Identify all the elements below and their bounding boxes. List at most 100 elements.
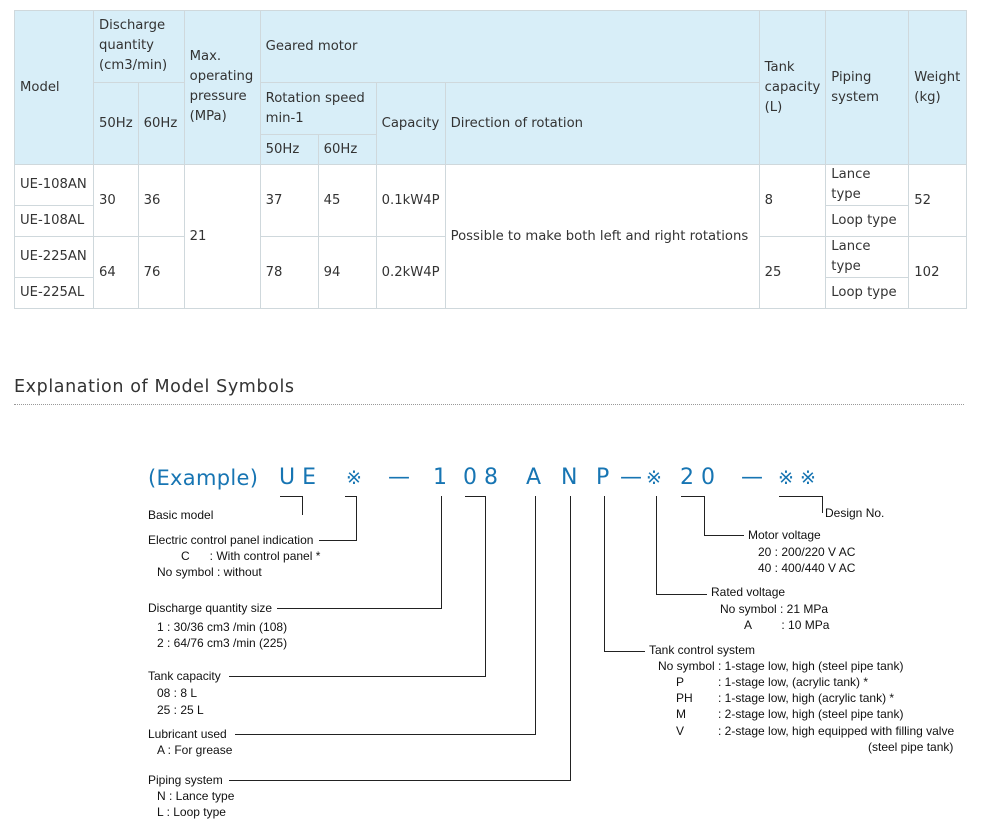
leader-motor bbox=[704, 535, 744, 536]
label-tank: Tank capacity bbox=[148, 669, 221, 683]
cell-capacity: 0.2kW4P bbox=[375, 236, 446, 309]
model-code-dash: — bbox=[620, 465, 642, 490]
model-code-tank: 0 8 bbox=[463, 465, 498, 490]
label-lubricant-a: A : For grease bbox=[157, 743, 233, 757]
cell-piping: Lance type bbox=[825, 164, 910, 206]
header-discharge-50hz: 50Hz bbox=[93, 82, 139, 165]
label-tcs-v-key: V bbox=[676, 724, 685, 738]
cell-model: UE-108AN bbox=[14, 164, 94, 206]
connector-rated bbox=[656, 496, 657, 594]
model-code-ue: U E bbox=[279, 465, 316, 490]
label-motor-40: 40 : 400/440 V AC bbox=[758, 561, 856, 575]
header-tank-capacity: Tank capacity (L) bbox=[758, 10, 827, 165]
cell-discharge-50: 64 bbox=[93, 236, 139, 309]
bracket-basic bbox=[280, 496, 303, 497]
header-rotation-50hz: 50Hz bbox=[259, 134, 319, 165]
model-code-discharge: 1 bbox=[433, 465, 447, 490]
header-rotation-speed: Rotation speed min-1 bbox=[259, 82, 377, 135]
cell-model: UE-225AN bbox=[14, 236, 94, 278]
leader-lubricant bbox=[235, 734, 536, 735]
connector-basic bbox=[302, 496, 303, 515]
connector-tank bbox=[485, 496, 486, 676]
cell-tank: 25 bbox=[758, 236, 827, 309]
leader-ecp bbox=[319, 540, 357, 541]
cell-discharge-60: 36 bbox=[137, 164, 185, 237]
cell-discharge-60: 76 bbox=[137, 236, 185, 309]
label-piping-n: N : Lance type bbox=[157, 789, 235, 803]
model-code-dash: — bbox=[741, 465, 763, 490]
leader-discharge bbox=[277, 608, 442, 609]
bracket-tank bbox=[465, 496, 486, 497]
connector-tank-control bbox=[604, 496, 605, 651]
header-discharge-60hz: 60Hz bbox=[137, 82, 185, 165]
section-divider bbox=[14, 404, 964, 405]
cell-rotation-60: 94 bbox=[317, 236, 377, 309]
cell-rotation-60: 45 bbox=[317, 164, 377, 237]
header-geared-motor: Geared motor bbox=[259, 10, 760, 83]
label-design: Design No. bbox=[825, 506, 885, 520]
label-rated: Rated voltage bbox=[711, 585, 786, 599]
model-code-lubricant: A bbox=[526, 465, 542, 490]
label-tcs-p-key: P bbox=[676, 675, 685, 689]
header-rotation-60hz: 60Hz bbox=[317, 134, 377, 165]
bracket-design bbox=[779, 496, 823, 497]
label-tcs-v: : 2-stage low, high equipped with fillin… bbox=[718, 724, 955, 738]
connector-ecp bbox=[356, 496, 357, 540]
label-tank-08: 08 : 8 L bbox=[157, 686, 198, 700]
label-rated-a: A : 10 MPa bbox=[744, 618, 830, 632]
cell-capacity: 0.1kW4P bbox=[375, 164, 446, 237]
leader-rated bbox=[656, 594, 707, 595]
section-title: Explanation of Model Symbols bbox=[14, 377, 295, 397]
connector-lubricant bbox=[535, 496, 536, 734]
model-code-symbol-design: ※ ※ bbox=[778, 467, 816, 489]
header-piping-system: Piping system bbox=[825, 10, 910, 165]
connector-motor bbox=[704, 496, 705, 535]
cell-pressure: 21 bbox=[183, 164, 261, 309]
bracket-motor bbox=[681, 496, 704, 497]
label-rated-none: No symbol : 21 MPa bbox=[720, 602, 829, 616]
label-discharge: Discharge quantity size bbox=[148, 601, 273, 615]
cell-tank: 8 bbox=[758, 164, 827, 237]
label-tcs-m: : 2-stage low, high (steel pipe tank) bbox=[718, 707, 904, 721]
label-tcs-m-key: M bbox=[676, 707, 686, 721]
connector-piping bbox=[570, 496, 571, 780]
model-code-symbol-ecp: ※ bbox=[346, 467, 362, 489]
model-code-motor: 2 0 bbox=[680, 465, 715, 490]
model-code-dash: — bbox=[388, 465, 410, 490]
label-basic-model: Basic model bbox=[148, 508, 214, 522]
cell-rotation-50: 37 bbox=[259, 164, 319, 237]
leader-tank-control bbox=[604, 651, 645, 652]
connector-discharge bbox=[441, 496, 442, 608]
label-discharge-2: 2 : 64/76 cm3 /min (225) bbox=[157, 636, 288, 650]
label-tcs-p: : 1-stage low, (acrylic tank) * bbox=[718, 675, 869, 689]
cell-model: UE-108AL bbox=[14, 205, 94, 237]
model-code-example: (Example) bbox=[148, 466, 259, 490]
spec-table: Model Discharge quantity (cm3/min) Max. … bbox=[14, 10, 968, 309]
header-direction: Direction of rotation bbox=[444, 82, 760, 165]
label-piping-l: L : Loop type bbox=[157, 805, 226, 819]
label-tcs-ph-key: PH bbox=[676, 691, 693, 705]
label-ecp-none: No symbol : without bbox=[157, 565, 262, 579]
label-tcs-v2: (steel pipe tank) bbox=[868, 740, 954, 754]
model-code-piping: N bbox=[561, 465, 578, 490]
cell-weight: 102 bbox=[908, 236, 968, 309]
cell-piping: Lance type bbox=[825, 236, 910, 278]
cell-piping: Loop type bbox=[825, 205, 910, 237]
label-discharge-1: 1 : 30/36 cm3 /min (108) bbox=[157, 620, 288, 634]
label-piping: Piping system bbox=[148, 773, 223, 787]
cell-piping: Loop type bbox=[825, 277, 910, 309]
label-tank-25: 25 : 25 L bbox=[157, 703, 204, 717]
model-code-symbol-rated: ※ bbox=[646, 467, 662, 489]
label-ecp-c: C : With control panel * bbox=[181, 549, 321, 563]
label-motor: Motor voltage bbox=[748, 528, 821, 542]
cell-rotation-50: 78 bbox=[259, 236, 319, 309]
header-model: Model bbox=[14, 10, 94, 165]
connector-design bbox=[822, 496, 823, 513]
label-ecp: Electric control panel indication bbox=[148, 533, 314, 547]
model-code-tank-control: P bbox=[596, 465, 610, 490]
header-weight: Weight (kg) bbox=[908, 10, 968, 165]
cell-direction: Possible to make both left and right rot… bbox=[444, 164, 760, 309]
header-discharge: Discharge quantity (cm3/min) bbox=[93, 10, 185, 83]
label-tcs-none: No symbol : 1-stage low, high (steel pip… bbox=[658, 659, 904, 673]
header-max-pressure: Max. operating pressure (MPa) bbox=[183, 10, 261, 165]
